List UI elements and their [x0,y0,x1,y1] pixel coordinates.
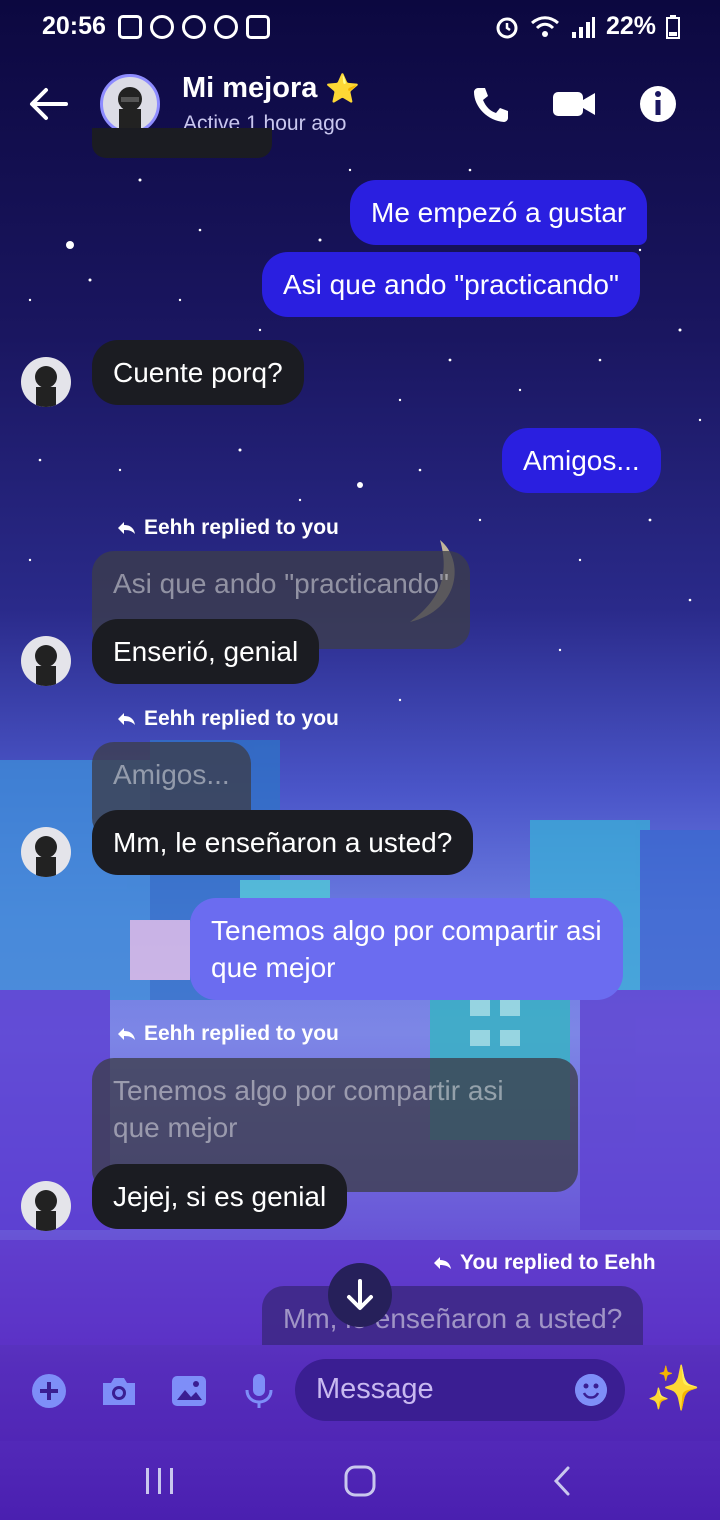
sender-avatar [21,1181,71,1231]
message-input[interactable]: Message [295,1359,625,1421]
video-call-icon[interactable] [551,82,597,126]
outgoing-message[interactable]: Me empezó a gustar [350,180,648,245]
signal-icon [571,16,595,38]
reply-arrow-icon [118,522,135,534]
camera-icon[interactable] [99,1371,139,1411]
battery-icon [666,14,680,39]
avatar-image [35,366,57,407]
reply-label-text: You replied to Eehh [460,1251,656,1274]
app-icon [150,15,174,39]
reply-label-text: Eehh replied to you [144,707,339,730]
reply-arrow-icon [434,1257,451,1269]
partial-message-top [92,128,272,158]
incoming-message[interactable]: Jejej, si es genial [92,1164,348,1229]
reply-indicator: Eehh replied to you [116,1022,339,1046]
star-icon: ⭐ [325,73,361,104]
reply-indicator: You replied to Eehh [432,1251,656,1275]
microphone-icon[interactable] [239,1371,279,1411]
gallery-icon [246,15,270,39]
avatar-image [118,87,142,131]
wifi-icon [530,15,559,37]
messenger-icon [182,15,206,39]
reply-label-text: Eehh replied to you [144,516,339,539]
reply-arrow-icon [118,713,135,725]
reply-arrow-icon [118,1028,135,1040]
quote-line: Tenemos algo por compartir asi [113,1075,504,1106]
back-icon[interactable] [544,1463,584,1499]
battery-percent: 22% [605,12,656,40]
sender-avatar [21,827,71,877]
outgoing-message[interactable]: Asi que ando "practicando" [262,252,640,317]
system-navigation-bar [0,1441,720,1520]
status-bar: 20:56 22% [0,0,720,56]
scroll-down-icon[interactable] [328,1263,392,1327]
quoted-message[interactable]: Mm, le enseñaron a usted? [262,1286,644,1345]
notification-icons [118,15,270,39]
status-time: 20:56 [42,12,106,40]
outgoing-message[interactable]: Amigos... [502,428,661,493]
quote-line: que mejor [113,1112,238,1143]
message-composer: Message ✨ [0,1345,720,1441]
home-icon[interactable] [340,1463,380,1499]
sender-avatar [21,636,71,686]
avatar-image [35,1190,57,1231]
incoming-message[interactable]: Cuente porq? [92,340,304,405]
outgoing-message[interactable]: Tenemos algo por compartir asi que mejor [190,898,623,1000]
info-icon[interactable] [636,82,680,126]
contact-avatar[interactable] [100,74,160,134]
plus-icon[interactable] [29,1371,69,1411]
sender-avatar [21,357,71,407]
avatar-image [35,836,57,877]
gallery-icon[interactable] [169,1371,209,1411]
alarm-icon [214,15,238,39]
contact-name[interactable]: Mi mejora ⭐ [182,72,360,105]
alarm-clock-icon [496,17,518,38]
reply-indicator: Eehh replied to you [116,707,339,731]
emoji-icon[interactable] [575,1374,607,1406]
reply-label-text: Eehh replied to you [144,1022,339,1045]
avatar-image [35,645,57,686]
message-line: Tenemos algo por compartir asi [211,915,602,946]
contact-name-text: Mi mejora [182,72,318,104]
incoming-message[interactable]: Mm, le enseñaron a usted? [92,810,474,875]
reply-indicator: Eehh replied to you [116,516,339,540]
recent-apps-icon[interactable] [140,1463,180,1499]
system-status: 22% [494,12,680,41]
message-line: que mejor [211,952,336,983]
youtube-icon [118,15,142,39]
sparkles-icon[interactable]: ✨ [646,1361,701,1417]
message-placeholder: Message [316,1373,434,1405]
phone-call-icon[interactable] [468,82,512,126]
back-arrow-icon[interactable] [26,84,70,124]
incoming-message[interactable]: Enserió, genial [92,619,320,684]
